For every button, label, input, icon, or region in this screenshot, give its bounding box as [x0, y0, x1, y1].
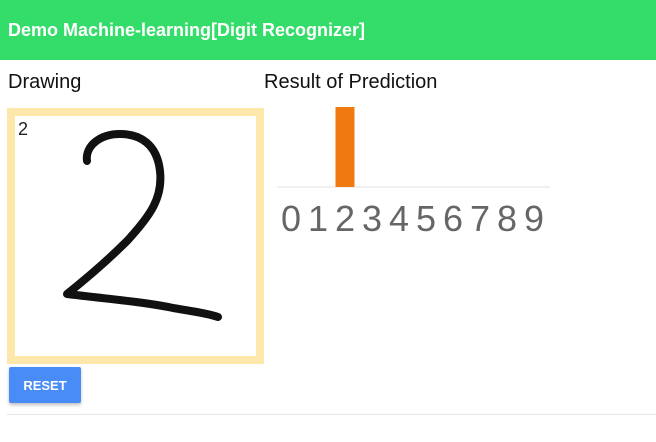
chart-tick-label-9: 9 — [524, 198, 544, 239]
chart-tick-label-6: 6 — [443, 198, 463, 239]
app-bar: Demo Machine-learning[Digit Recognizer] — [0, 0, 656, 60]
drawing-heading: Drawing — [8, 71, 82, 93]
chart-tick-label-3: 3 — [362, 198, 382, 239]
result-heading: Result of Prediction — [264, 71, 438, 93]
chart-tick-label-4: 4 — [389, 198, 409, 239]
chart-tick-label-1: 1 — [308, 198, 328, 239]
app-title: Demo Machine-learning[Digit Recognizer] — [8, 19, 366, 40]
predicted-digit-label: 2 — [18, 119, 28, 139]
chart-tick-label-0: 0 — [281, 198, 301, 239]
chart-tick-label-7: 7 — [470, 198, 490, 239]
drawing-canvas[interactable]: 2 — [7, 108, 264, 364]
prediction-chart-svg: 0123456789 — [277, 107, 550, 239]
chart-bar-2 — [335, 107, 355, 187]
chart-tick-label-5: 5 — [416, 198, 436, 239]
prediction-chart: 0123456789 — [277, 100, 550, 250]
drawing-strokes: 2 — [18, 119, 222, 321]
chart-tick-label-8: 8 — [497, 198, 517, 239]
chart-tick-label-2: 2 — [335, 198, 355, 239]
divider — [7, 414, 656, 415]
reset-button[interactable]: RESET — [9, 367, 81, 403]
